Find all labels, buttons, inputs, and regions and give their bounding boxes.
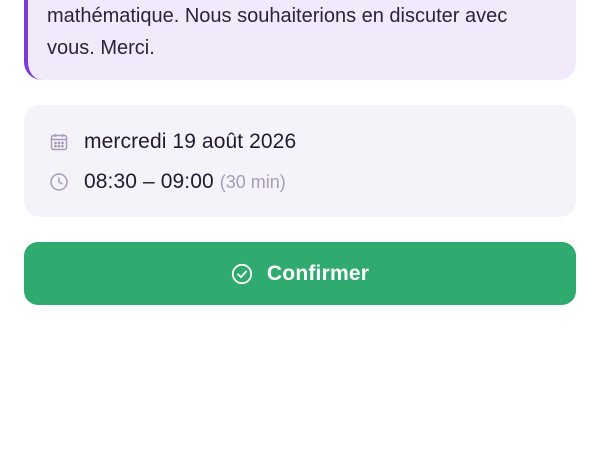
calendar-icon xyxy=(48,131,70,153)
check-circle-icon xyxy=(231,263,253,285)
confirm-button-label: Confirmer xyxy=(266,261,370,285)
date-row: mercredi 19 août 2026 xyxy=(48,127,552,157)
appointment-duration: (30 min) xyxy=(219,171,286,192)
clock-icon xyxy=(48,171,70,193)
message-text: mathématique. Nous souhaiterions en disc… xyxy=(47,5,508,59)
appointment-details-card: mercredi 19 août 2026 08:30 – 09:00 (30 … xyxy=(24,105,576,217)
message-card: mathématique. Nous souhaiterions en disc… xyxy=(24,0,576,80)
confirm-button[interactable]: Confirmer xyxy=(24,242,576,305)
time-row: 08:30 – 09:00 (30 min) xyxy=(48,167,552,197)
appointment-date: mercredi 19 août 2026 xyxy=(84,130,297,153)
booking-confirmation-page: mathématique. Nous souhaiterions en disc… xyxy=(0,0,600,450)
appointment-time: 08:30 – 09:00 xyxy=(84,170,214,193)
